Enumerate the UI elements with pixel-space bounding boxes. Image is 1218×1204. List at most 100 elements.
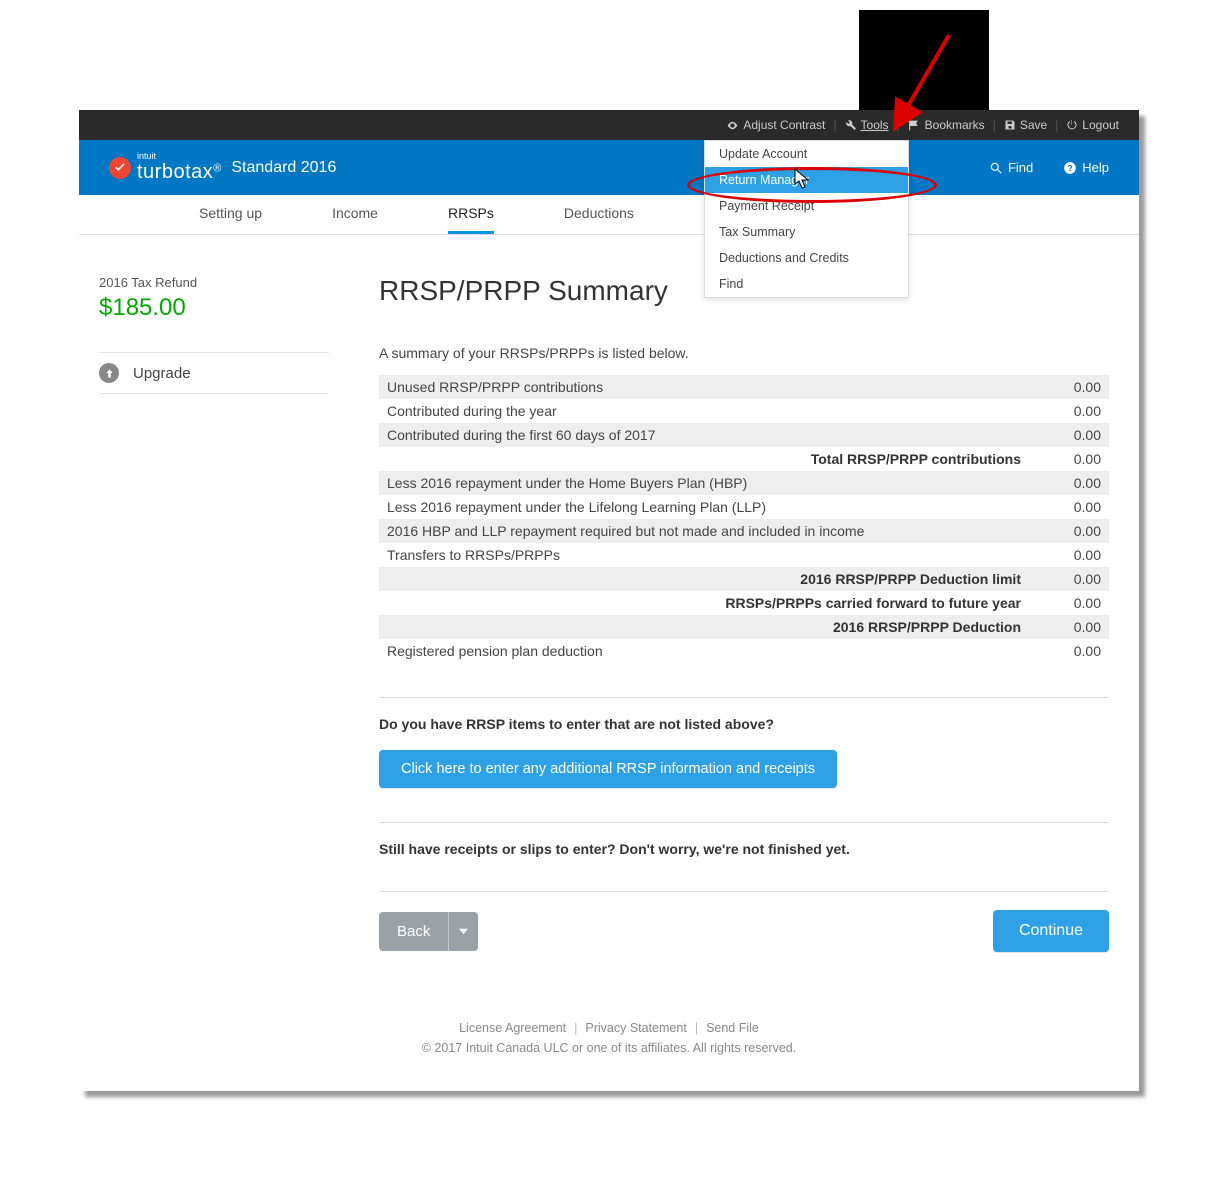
main-content: RRSP/PRPP Summary A summary of your RRSP… <box>349 275 1139 995</box>
brand-company: intuit <box>137 152 221 161</box>
svg-text:?: ? <box>1068 163 1073 172</box>
cursor-icon <box>794 168 812 190</box>
summary-row-label: 2016 RRSP/PRPP Deduction limit <box>379 567 1029 591</box>
sidebar: 2016 Tax Refund $185.00 Upgrade <box>79 275 349 995</box>
summary-row-label: 2016 RRSP/PRPP Deduction <box>379 615 1029 639</box>
caret-down-icon <box>459 927 468 936</box>
summary-row-label: Total RRSP/PRPP contributions <box>379 447 1029 471</box>
tools-dropdown: Update AccountReturn ManagerPayment Rece… <box>704 140 909 298</box>
summary-row-label: Unused RRSP/PRPP contributions <box>379 375 1029 399</box>
main-tabs: Setting upIncomeRRSPsDeductionsvFile <box>79 195 1139 235</box>
divider <box>379 822 1109 823</box>
summary-row-value: 0.00 <box>1029 447 1109 471</box>
separator: | <box>833 118 836 132</box>
table-row: Total RRSP/PRPP contributions0.00 <box>379 447 1109 471</box>
back-label: Back <box>379 912 448 951</box>
footer: License Agreement | Privacy Statement | Send… <box>79 995 1139 1091</box>
table-row: Transfers to RRSPs/PRPPs0.00 <box>379 543 1109 567</box>
save-label: Save <box>1020 118 1047 132</box>
summary-row-label: Registered pension plan deduction <box>379 639 1029 663</box>
find-label: Find <box>1008 160 1033 175</box>
tools-label: Tools <box>861 118 889 132</box>
summary-row-value: 0.00 <box>1029 519 1109 543</box>
summary-row-label: Less 2016 repayment under the Home Buyer… <box>379 471 1029 495</box>
brand-bar: intuit turbotax® Standard 2016 Find ? He… <box>79 140 1139 195</box>
upgrade-label: Upgrade <box>133 365 191 382</box>
brand-product: turbotax <box>137 161 213 183</box>
tools-menu-deductions-and-credits[interactable]: Deductions and Credits <box>705 245 908 271</box>
save-link[interactable]: Save <box>1004 118 1047 132</box>
logout-label: Logout <box>1082 118 1119 132</box>
enter-additional-rrsp-button[interactable]: Click here to enter any additional RRSP … <box>379 750 837 788</box>
brand-edition: Standard 2016 <box>231 159 336 177</box>
table-row: Contributed during the first 60 days of … <box>379 423 1109 447</box>
tools-link[interactable]: Tools <box>845 118 889 132</box>
logout-link[interactable]: Logout <box>1066 118 1119 132</box>
check-icon <box>113 161 127 175</box>
summary-row-value: 0.00 <box>1029 639 1109 663</box>
summary-row-label: RRSPs/PRPPs carried forward to future ye… <box>379 591 1029 615</box>
tab-deductions[interactable]: Deductions <box>564 195 634 234</box>
summary-row-value: 0.00 <box>1029 543 1109 567</box>
divider <box>379 697 1109 698</box>
table-row: 2016 RRSP/PRPP Deduction0.00 <box>379 615 1109 639</box>
utility-bar: Adjust Contrast | Tools | Bookmarks | Sa… <box>79 110 1139 140</box>
search-icon <box>989 161 1003 175</box>
eye-icon <box>726 119 739 132</box>
summary-row-value: 0.00 <box>1029 399 1109 423</box>
continue-button[interactable]: Continue <box>993 910 1109 952</box>
help-icon: ? <box>1063 161 1077 175</box>
table-row: 2016 HBP and LLP repayment required but … <box>379 519 1109 543</box>
summary-row-value: 0.00 <box>1029 375 1109 399</box>
summary-row-label: Transfers to RRSPs/PRPPs <box>379 543 1029 567</box>
upgrade-icon <box>99 363 119 383</box>
summary-row-value: 0.00 <box>1029 471 1109 495</box>
back-button[interactable]: Back <box>379 912 478 951</box>
summary-row-label: Contributed during the year <box>379 399 1029 423</box>
footer-link-send-file[interactable]: Send File <box>706 1021 759 1035</box>
tab-setting-up[interactable]: Setting up <box>199 195 262 234</box>
table-row: Unused RRSP/PRPP contributions0.00 <box>379 375 1109 399</box>
wrench-icon <box>845 119 857 131</box>
summary-row-label: Contributed during the first 60 days of … <box>379 423 1029 447</box>
summary-row-label: Less 2016 repayment under the Lifelong L… <box>379 495 1029 519</box>
summary-row-value: 0.00 <box>1029 423 1109 447</box>
summary-row-value: 0.00 <box>1029 591 1109 615</box>
tab-income[interactable]: Income <box>332 195 378 234</box>
summary-lead: A summary of your RRSPs/PRPPs is listed … <box>379 345 1109 361</box>
back-caret[interactable] <box>448 912 478 951</box>
copyright: © 2017 Intuit Canada ULC or one of its a… <box>79 1041 1139 1055</box>
summary-row-label: 2016 HBP and LLP repayment required but … <box>379 519 1029 543</box>
tools-menu-find[interactable]: Find <box>705 271 908 297</box>
table-row: Less 2016 repayment under the Lifelong L… <box>379 495 1109 519</box>
table-row: Registered pension plan deduction0.00 <box>379 639 1109 663</box>
find-link[interactable]: Find <box>989 160 1033 175</box>
separator: | <box>993 118 996 132</box>
footer-link-license-agreement[interactable]: License Agreement <box>459 1021 566 1035</box>
save-icon <box>1004 119 1016 131</box>
table-row: Contributed during the year0.00 <box>379 399 1109 423</box>
help-link[interactable]: ? Help <box>1063 160 1109 175</box>
separator: | <box>574 1021 577 1035</box>
tab-rrsps[interactable]: RRSPs <box>448 195 494 234</box>
tools-menu-tax-summary[interactable]: Tax Summary <box>705 219 908 245</box>
logo-badge <box>109 157 131 179</box>
adjust-contrast-link[interactable]: Adjust Contrast <box>726 118 825 132</box>
table-row: Less 2016 repayment under the Home Buyer… <box>379 471 1109 495</box>
summary-row-value: 0.00 <box>1029 567 1109 591</box>
separator: | <box>1055 118 1058 132</box>
summary-row-value: 0.00 <box>1029 615 1109 639</box>
footer-link-privacy-statement[interactable]: Privacy Statement <box>585 1021 686 1035</box>
help-label: Help <box>1082 160 1109 175</box>
table-row: RRSPs/PRPPs carried forward to future ye… <box>379 591 1109 615</box>
question-more-slips: Still have receipts or slips to enter? D… <box>379 841 1109 857</box>
arrow-annotation <box>889 25 979 145</box>
separator: | <box>695 1021 698 1035</box>
question-additional-rrsp: Do you have RRSP items to enter that are… <box>379 716 1109 732</box>
summary-table: Unused RRSP/PRPP contributions0.00Contri… <box>379 375 1109 663</box>
power-icon <box>1066 119 1078 131</box>
refund-label: 2016 Tax Refund <box>99 275 329 290</box>
tools-menu-payment-receipt[interactable]: Payment Receipt <box>705 193 908 219</box>
tools-menu-update-account[interactable]: Update Account <box>705 141 908 167</box>
upgrade-link[interactable]: Upgrade <box>99 352 329 394</box>
